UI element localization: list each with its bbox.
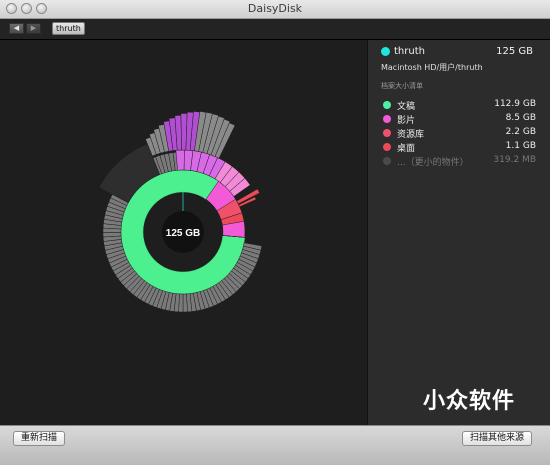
center-size-label: 125 GB [166, 228, 200, 239]
segment-subfolder[interactable] [182, 293, 188, 313]
toolbar: ◀ ▶ thruth [0, 19, 550, 40]
list-item[interactable]: 桌面 1.1 GB [383, 141, 536, 154]
scan-other-source-button[interactable]: 扫描其他来源 [462, 431, 533, 446]
app-window: DaisyDisk ◀ ▶ thruth 125 GB thruth 125 G… [0, 0, 550, 465]
item-color-dot [383, 101, 391, 109]
item-name: ...（更小的物件） [397, 158, 469, 168]
folder-size: 125 GB [496, 46, 533, 57]
folder-path: Macintosh HD/用户/thruth [381, 63, 483, 72]
item-size: 2.2 GB [505, 127, 536, 137]
forward-button[interactable]: ▶ [26, 23, 41, 34]
sunburst-chart[interactable]: 125 GB [0, 40, 367, 425]
item-name: 影片 [397, 116, 416, 126]
list-item[interactable]: 文稿 112.9 GB [383, 99, 536, 112]
rescan-button[interactable]: 重新扫描 [13, 431, 66, 446]
breadcrumb[interactable]: thruth [52, 22, 85, 35]
back-button[interactable]: ◀ [9, 23, 24, 34]
item-size: 1.1 GB [505, 141, 536, 151]
item-size: 8.5 GB [505, 113, 536, 123]
info-sidebar: thruth 125 GB Macintosh HD/用户/thruth 档案大… [367, 40, 550, 425]
bottom-bar: 重新扫描 扫描其他来源 [0, 425, 550, 465]
list-item[interactable]: ...（更小的物件） 319.2 MB [383, 155, 536, 168]
window-title: DaisyDisk [247, 2, 303, 15]
list-item[interactable]: 影片 8.5 GB [383, 113, 536, 126]
item-name: 资源库 [397, 130, 425, 140]
item-color-dot [383, 115, 391, 123]
item-size: 112.9 GB [494, 99, 536, 109]
item-name: 文稿 [397, 102, 416, 112]
forward-arrow-icon: ▶ [30, 24, 37, 32]
segment-movie-subfolder[interactable] [175, 149, 185, 171]
item-color-dot [383, 129, 391, 137]
item-size: 319.2 MB [493, 155, 536, 165]
folder-name: thruth [394, 46, 425, 57]
size-list-heading: 档案大小清单 [381, 82, 423, 90]
folder-color-dot [381, 47, 390, 56]
item-name: 桌面 [397, 144, 416, 154]
watermark-text: 小众软件 [423, 389, 516, 414]
back-arrow-icon: ◀ [13, 24, 20, 32]
current-folder-row: thruth 125 GB [381, 46, 541, 60]
list-item[interactable]: 资源库 2.2 GB [383, 127, 536, 140]
item-color-dot [383, 157, 391, 165]
item-color-dot [383, 143, 391, 151]
disk-map-area: 125 GB [0, 40, 367, 425]
title-bar: DaisyDisk [0, 0, 550, 19]
